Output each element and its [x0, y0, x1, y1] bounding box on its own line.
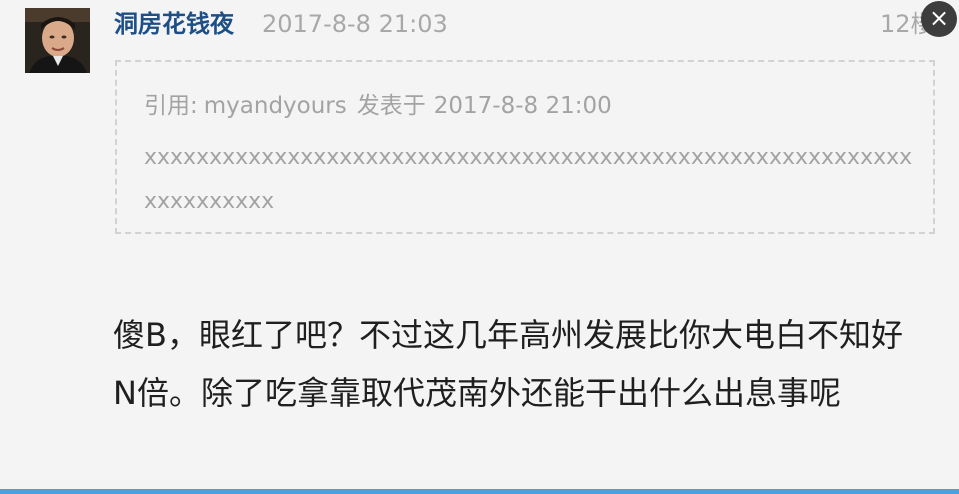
quote-author[interactable]: myandyours — [204, 93, 347, 119]
quote-header: 引用: myandyours 发表于 2017-8-8 21:00 — [144, 90, 612, 122]
post-username[interactable]: 洞房花钱夜 — [114, 6, 234, 42]
user-avatar[interactable] — [25, 8, 90, 73]
avatar-photo-icon — [25, 8, 90, 73]
quote-body: xxxxxxxxxxxxxxxxxxxxxxxxxxxxxxxxxxxxxxxx… — [144, 145, 913, 214]
quote-prefix: 引用: — [144, 93, 198, 119]
post-container: 洞房花钱夜 2017-8-8 21:03 12楼 × 引用: myandyours… — [0, 0, 959, 494]
post-timestamp: 2017-8-8 21:03 — [262, 10, 448, 38]
quote-posted-label: 发表于 — [356, 93, 426, 119]
close-button[interactable]: × — [921, 1, 957, 37]
bottom-accent-bar — [0, 489, 959, 494]
quote-time: 2017-8-8 21:00 — [433, 93, 612, 119]
reply-text: 傻B，眼红了吧？不过这几年高州发展比你大电白不知好N倍。除了吃拿靠取代茂南外还能… — [113, 316, 903, 412]
close-icon: × — [928, 4, 950, 32]
quote-block: 引用: myandyours 发表于 2017-8-8 21:00 xxxxxxxxx… — [115, 60, 935, 234]
